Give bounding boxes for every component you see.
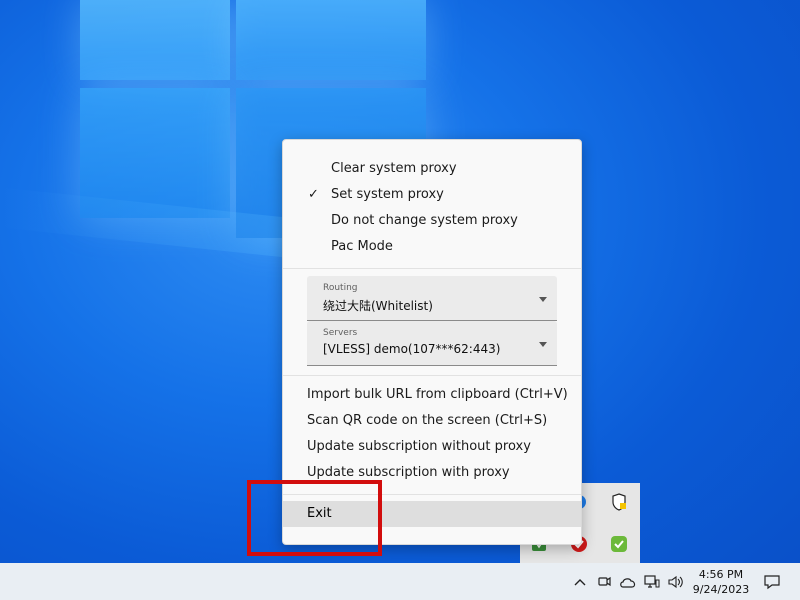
chevron-up-icon[interactable] xyxy=(570,572,590,592)
windows-security-icon[interactable] xyxy=(610,493,628,511)
network-icon[interactable] xyxy=(642,572,662,592)
routing-label: Routing xyxy=(323,283,358,293)
chevron-down-icon xyxy=(539,342,547,347)
notification-icon[interactable] xyxy=(762,572,782,592)
menu-item-label: Do not change system proxy xyxy=(331,213,518,228)
clock-time: 4:56 PM xyxy=(698,568,744,581)
highlight-box xyxy=(247,480,382,556)
menu-item-scan-qr-code[interactable]: Scan QR code on the screen (Ctrl+S) xyxy=(283,408,581,434)
menu-item-label: Set system proxy xyxy=(331,187,444,202)
menu-item-label: Scan QR code on the screen (Ctrl+S) xyxy=(307,413,548,428)
menu-item-set-system-proxy[interactable]: ✓ Set system proxy xyxy=(283,182,581,208)
menu-item-clear-system-proxy[interactable]: Clear system proxy xyxy=(283,156,581,182)
taskbar-clock[interactable]: 4:56 PM 9/24/2023 xyxy=(690,567,752,597)
checkmark-icon: ✓ xyxy=(308,187,319,202)
menu-separator xyxy=(283,268,581,269)
menu-item-label: Pac Mode xyxy=(331,239,393,254)
windows-logo-pane xyxy=(80,0,230,80)
servers-value: [VLESS] demo(107***62:443) xyxy=(323,342,501,356)
menu-item-do-not-change-system-proxy[interactable]: Do not change system proxy xyxy=(283,208,581,234)
green-check-icon[interactable] xyxy=(610,535,628,553)
menu-item-label: Clear system proxy xyxy=(331,161,457,176)
meet-now-icon[interactable] xyxy=(594,572,614,592)
volume-icon[interactable] xyxy=(666,572,686,592)
taskbar: 4:56 PM 9/24/2023 xyxy=(0,563,800,600)
menu-item-pac-mode[interactable]: Pac Mode xyxy=(283,234,581,260)
servers-label: Servers xyxy=(323,328,358,338)
chevron-down-icon xyxy=(539,297,547,302)
menu-item-import-bulk-url[interactable]: Import bulk URL from clipboard (Ctrl+V) xyxy=(283,382,581,408)
routing-value: 绕过大陆(Whitelist) xyxy=(323,299,433,313)
windows-logo-pane xyxy=(236,0,426,80)
clock-date: 9/24/2023 xyxy=(692,583,750,596)
servers-dropdown[interactable]: Servers [VLESS] demo(107***62:443) xyxy=(307,321,557,366)
menu-separator xyxy=(283,375,581,376)
menu-item-label: Update subscription without proxy xyxy=(307,439,531,454)
routing-dropdown[interactable]: Routing 绕过大陆(Whitelist) xyxy=(307,276,557,321)
onedrive-icon[interactable] xyxy=(618,572,638,592)
menu-item-label: Import bulk URL from clipboard (Ctrl+V) xyxy=(307,387,568,402)
menu-item-update-subscription-without-proxy[interactable]: Update subscription without proxy xyxy=(283,434,581,460)
